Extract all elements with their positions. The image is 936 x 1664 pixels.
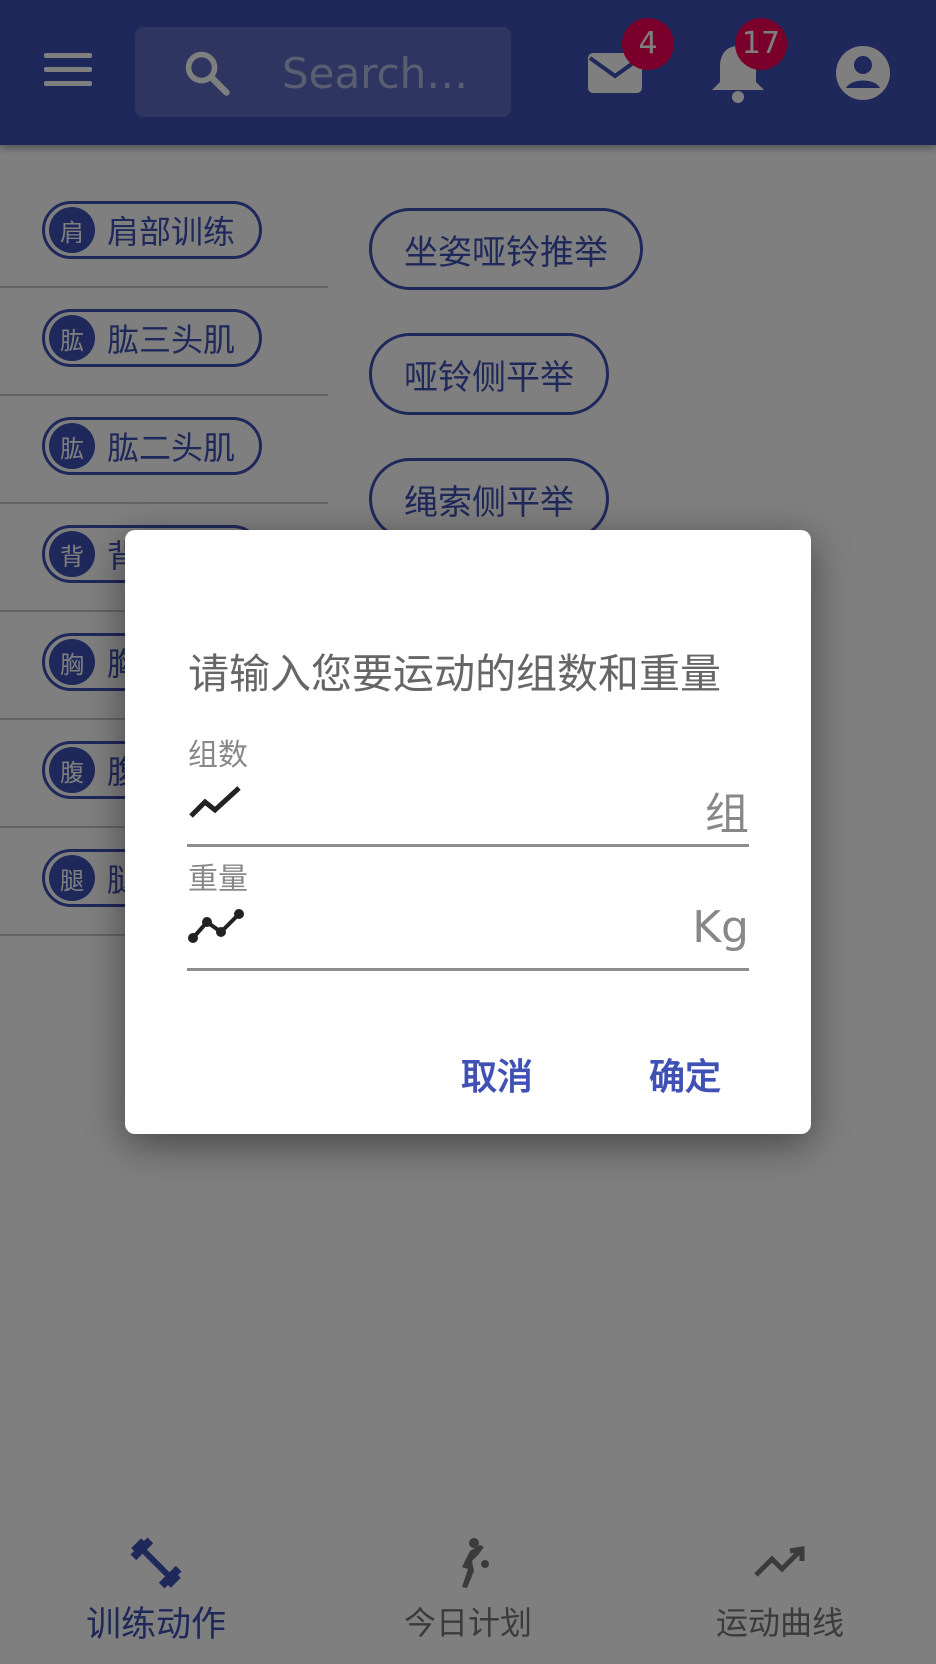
sets-unit: 组 [705, 789, 749, 840]
weight-field[interactable]: Kg [187, 902, 749, 971]
input-dialog: 请输入您要运动的组数和重量 组数 组 重量 Kg 取消 确定 [125, 530, 811, 1134]
weight-unit: Kg [692, 902, 749, 953]
show-chart-icon [189, 786, 241, 818]
sets-label: 组数 [188, 738, 248, 773]
cancel-button[interactable]: 取消 [455, 1042, 539, 1106]
weight-input[interactable] [267, 906, 651, 960]
sets-field[interactable]: 组 [187, 780, 749, 847]
weight-label: 重量 [188, 862, 248, 897]
confirm-button[interactable]: 确定 [643, 1042, 727, 1106]
multiline-chart-icon [188, 909, 244, 943]
dialog-title: 请输入您要运动的组数和重量 [188, 650, 721, 698]
sets-input[interactable] [267, 782, 651, 836]
